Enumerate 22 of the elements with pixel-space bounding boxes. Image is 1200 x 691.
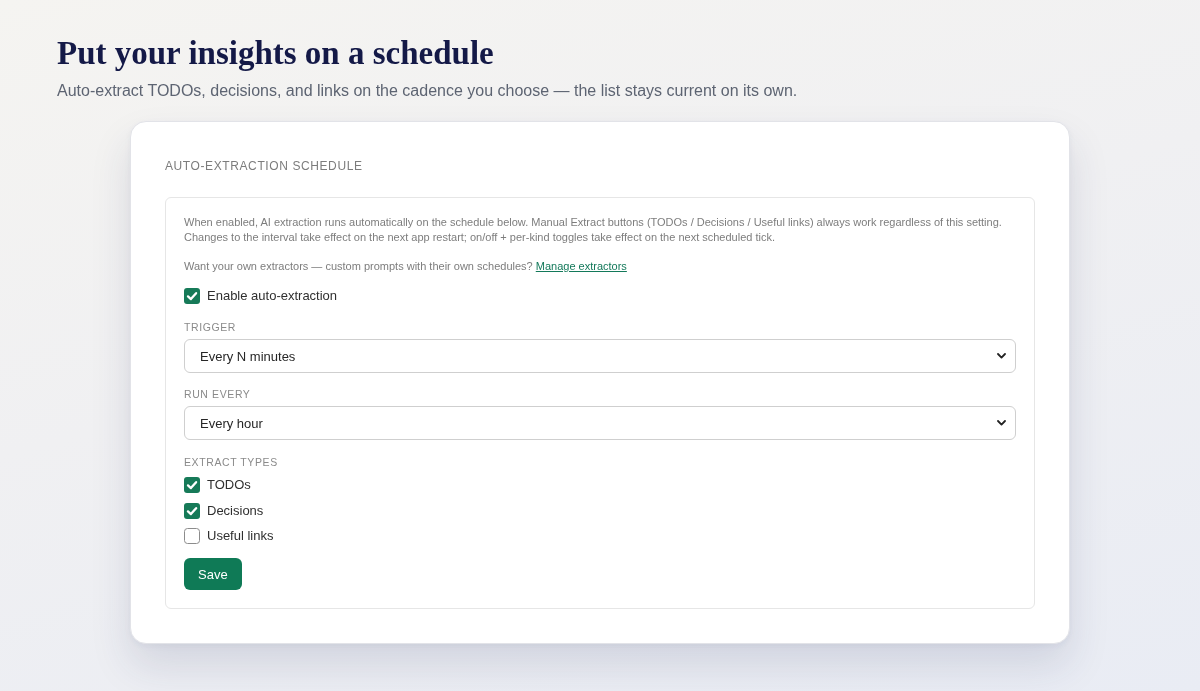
manage-extractors-link[interactable]: Manage extractors bbox=[535, 260, 627, 272]
checkbox[interactable] bbox=[184, 477, 200, 493]
field-label: TRIGGER bbox=[184, 320, 237, 334]
checkbox-label[interactable]: Enable auto-extraction bbox=[207, 287, 338, 305]
select-field[interactable]: Every N minutes bbox=[184, 339, 1016, 373]
page-title: Put your insights on a schedule bbox=[57, 34, 494, 73]
field-label: EXTRACT TYPES bbox=[184, 455, 278, 469]
checkbox-label[interactable]: TODOs bbox=[207, 476, 251, 494]
select-field[interactable]: Every hour bbox=[184, 406, 1016, 440]
checkbox-label[interactable]: Decisions bbox=[207, 501, 264, 520]
checkbox[interactable] bbox=[184, 288, 200, 304]
checkbox-label[interactable]: Useful links bbox=[207, 527, 274, 545]
page-subtitle: Auto-extract TODOs, decisions, and links on the cadence you choose — the list stays current on its own. bbox=[57, 81, 798, 101]
card-title: AUTO-EXTRACTION SCHEDULE bbox=[165, 158, 363, 174]
checkbox[interactable] bbox=[184, 502, 200, 519]
checkbox[interactable] bbox=[184, 528, 200, 544]
promo-text: Want your own extractors — custom prompts with their own schedules? Manage extractors bbox=[184, 259, 627, 274]
field-label: RUN EVERY bbox=[184, 387, 251, 401]
save-button[interactable]: Save bbox=[184, 558, 242, 590]
chevron-down-icon bbox=[997, 420, 1006, 426]
chevron-down-icon bbox=[997, 353, 1006, 359]
description-text: When enabled, AI extraction runs automatically on the schedule below. Manual Extract buttons (TODOs / Decisions / Useful links) always work regardless of this setting. Changes to the interval take effect on the next app restart; on/off + per-kind toggles take effect on the next scheduled tick. bbox=[184, 215, 1002, 245]
